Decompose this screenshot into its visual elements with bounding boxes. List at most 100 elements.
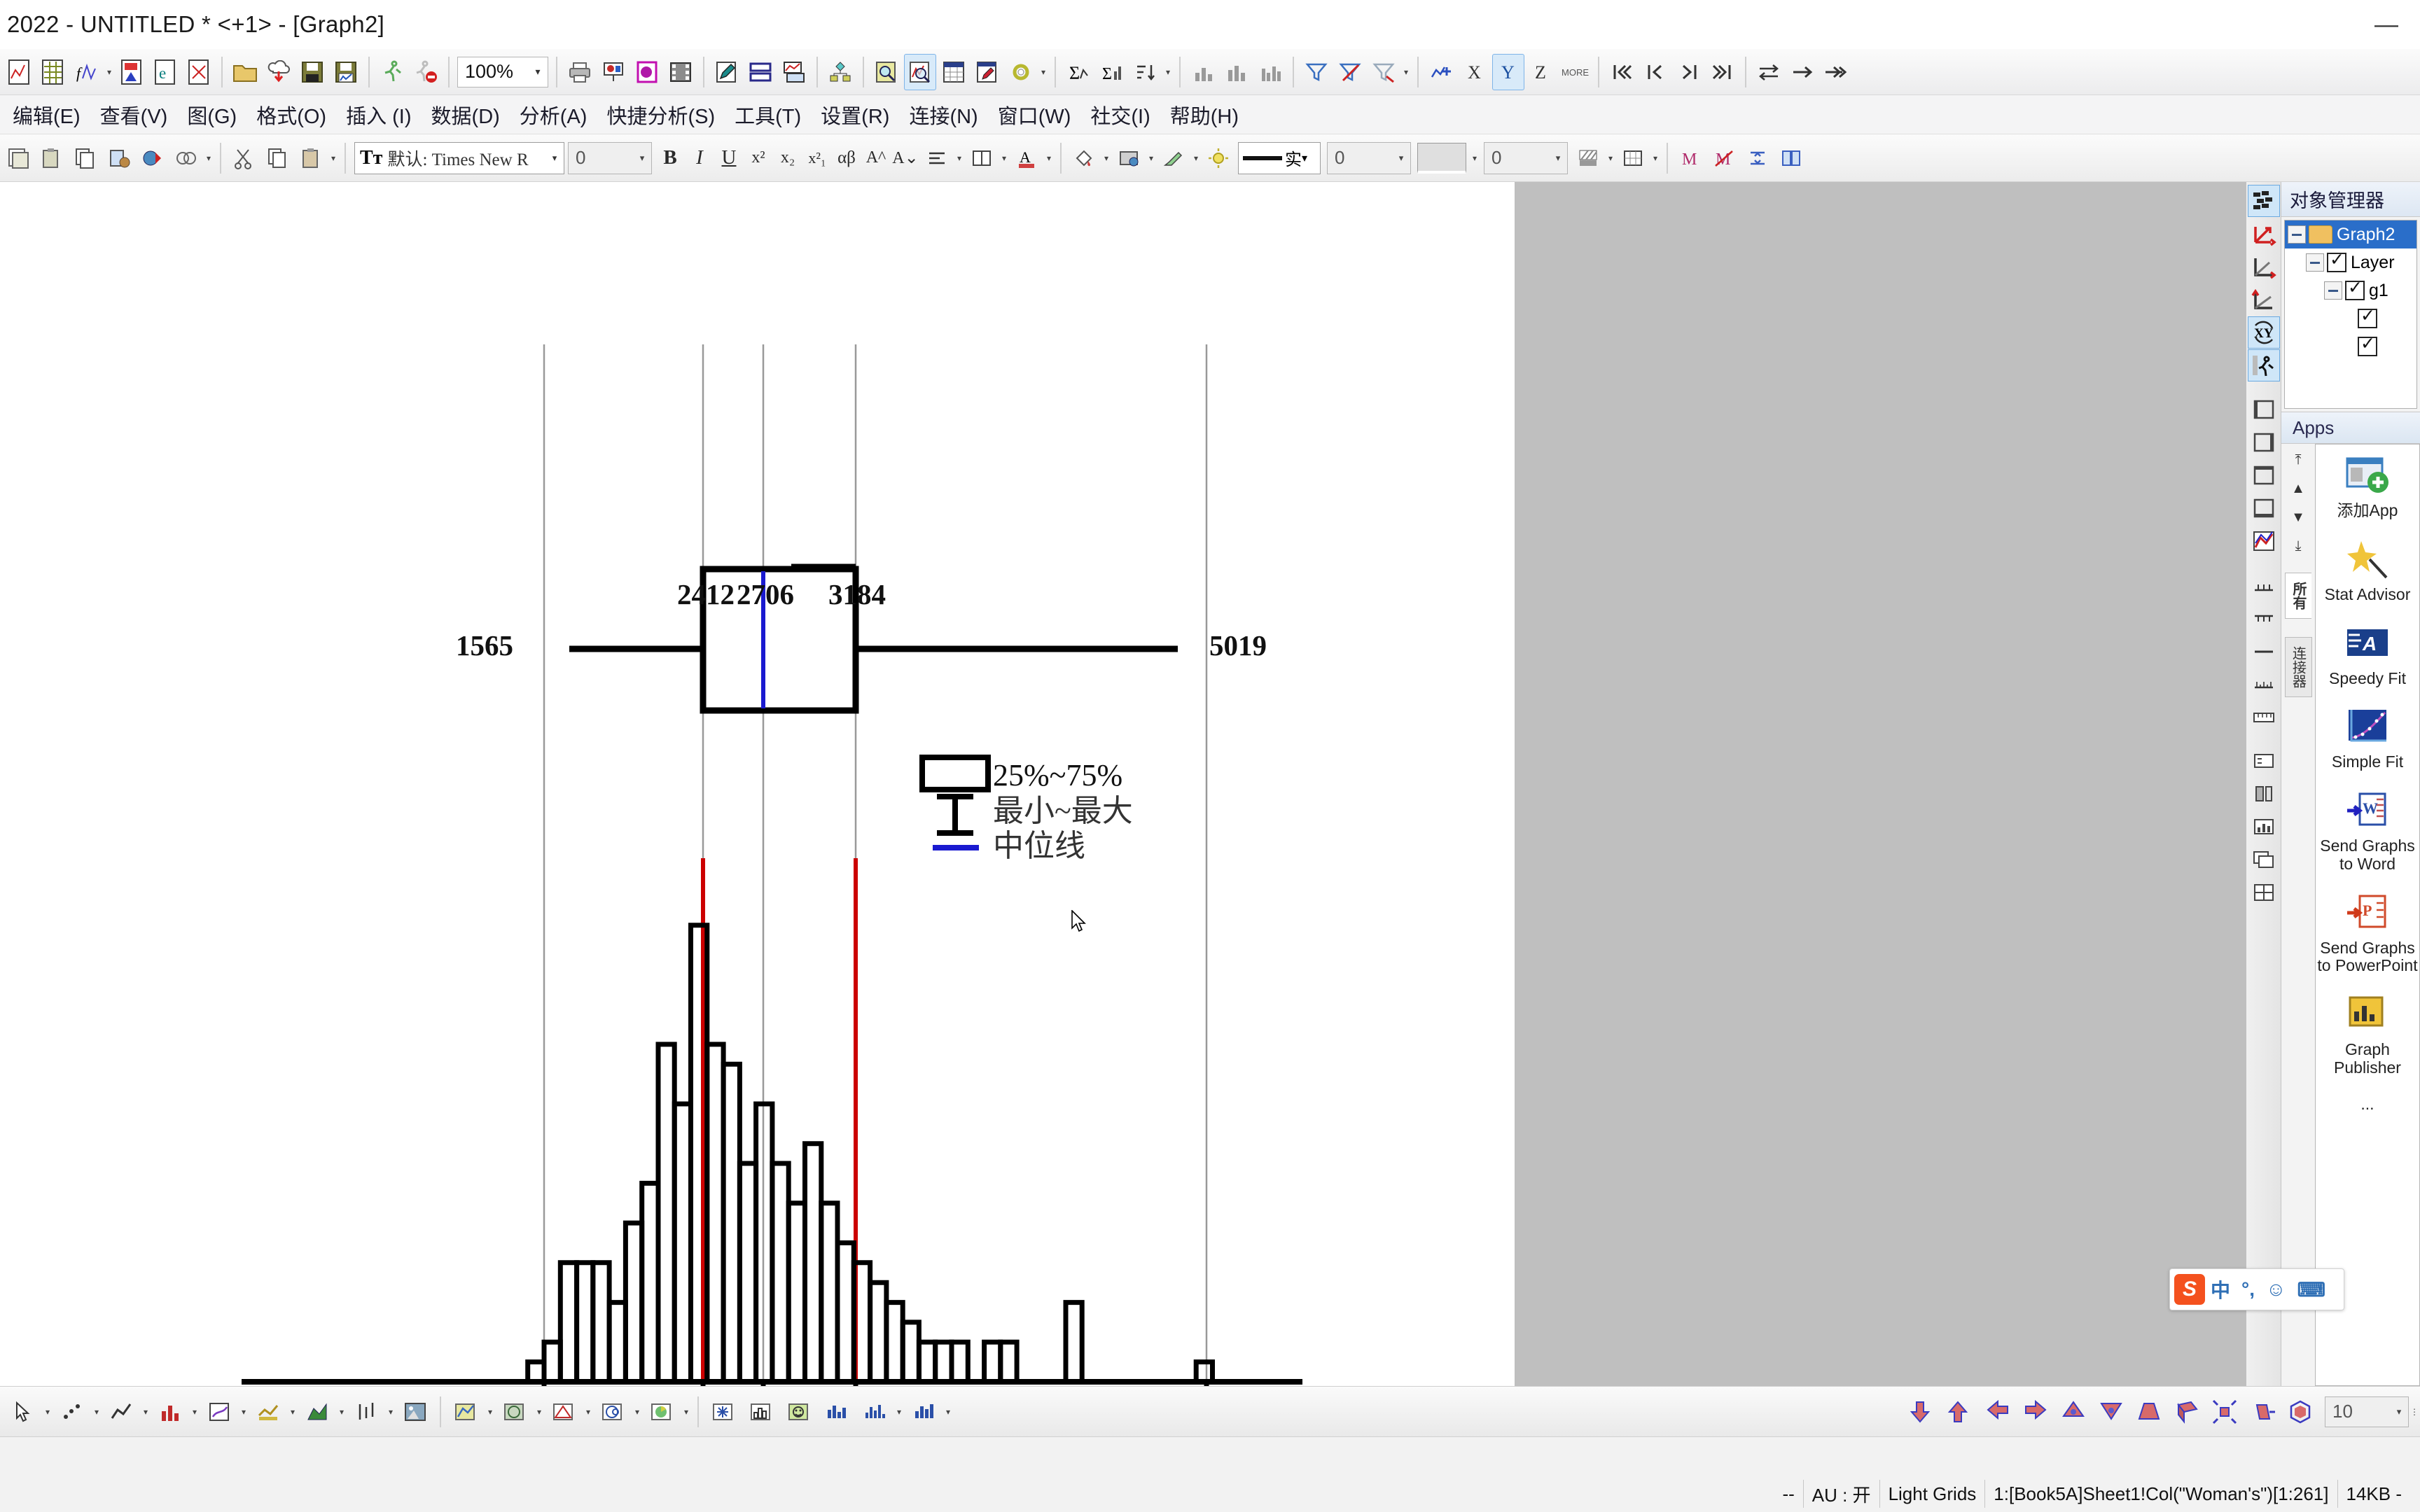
z-function-icon[interactable]: Z bbox=[1526, 54, 1558, 90]
toolbar-grip[interactable]: ⋮ bbox=[2409, 1394, 2420, 1430]
chevron-down-icon[interactable]: ▾ bbox=[91, 1394, 102, 1430]
chevron-down-icon[interactable]: ▾ bbox=[1392, 153, 1410, 164]
column-chart-icon[interactable] bbox=[1221, 54, 1253, 90]
chevron-down-icon[interactable]: ▾ bbox=[1302, 151, 1307, 165]
stretch-icon[interactable] bbox=[2207, 1393, 2242, 1431]
scroll-up-icon[interactable]: ▲ bbox=[2291, 481, 2305, 497]
chevron-down-icon[interactable]: ▾ bbox=[1146, 140, 1157, 176]
pattern-icon[interactable] bbox=[1113, 140, 1145, 176]
graph2-plot[interactable]: 1565 2412 5019 2412 2706 3184 25%~75% 最 bbox=[0, 182, 1515, 1386]
mask-icon[interactable]: M bbox=[1674, 140, 1706, 176]
arrange-icon[interactable] bbox=[1741, 140, 1774, 176]
edit-graph-icon[interactable] bbox=[711, 54, 743, 90]
tree-node-graph2[interactable]: Graph2 bbox=[2285, 220, 2416, 248]
chevron-down-icon[interactable]: ▾ bbox=[1038, 54, 1049, 90]
chevron-down-icon[interactable]: ▾ bbox=[1101, 140, 1112, 176]
scroll-top-icon[interactable]: ⤒ bbox=[2295, 452, 2302, 468]
perspective-icon[interactable] bbox=[2132, 1393, 2167, 1431]
subscript-button[interactable]: x₂ bbox=[773, 141, 802, 176]
align-top-icon[interactable] bbox=[2248, 459, 2280, 491]
menu-item-graph[interactable]: 图(G) bbox=[177, 97, 246, 132]
greek-button[interactable]: αβ bbox=[832, 141, 861, 176]
app-item-speedy-fit[interactable]: A Speedy Fit bbox=[2316, 622, 2419, 688]
chevron-down-icon[interactable]: ▾ bbox=[893, 1394, 905, 1430]
stock-tool-icon[interactable] bbox=[349, 1393, 384, 1431]
ime-language-toggle[interactable]: 中 bbox=[2205, 1275, 2236, 1303]
edit-table-icon[interactable] bbox=[971, 54, 1003, 90]
bar-chart-icon[interactable] bbox=[1187, 54, 1219, 90]
increase-font-button[interactable]: A^ bbox=[861, 141, 891, 176]
sogou-logo-icon[interactable]: S bbox=[2174, 1274, 2205, 1305]
page-layout-icon[interactable] bbox=[2248, 876, 2280, 909]
ime-punctuation-toggle[interactable]: °, bbox=[2236, 1278, 2260, 1301]
chevron-down-icon[interactable]: ▾ bbox=[534, 1394, 545, 1430]
histogram-tool-icon[interactable] bbox=[744, 1393, 779, 1431]
speed-mode-icon[interactable] bbox=[2247, 349, 2280, 382]
grouped-chart-icon[interactable] bbox=[1254, 54, 1286, 90]
legend-toggle-icon[interactable] bbox=[2248, 745, 2280, 777]
bold-button[interactable]: B bbox=[655, 141, 685, 176]
clipboard-icon[interactable] bbox=[295, 140, 327, 176]
line-tool-icon[interactable] bbox=[104, 1393, 139, 1431]
align-right-icon[interactable] bbox=[2248, 426, 2280, 458]
chevron-down-icon[interactable]: ▾ bbox=[583, 1394, 594, 1430]
axis-rescale-both-icon[interactable] bbox=[2248, 218, 2280, 250]
filter-remove-icon[interactable] bbox=[1334, 54, 1366, 90]
chevron-down-icon[interactable]: ▾ bbox=[943, 1394, 954, 1430]
chevron-down-icon[interactable]: ▾ bbox=[999, 140, 1010, 176]
menu-item-help[interactable]: 帮助(H) bbox=[1160, 97, 1249, 132]
menu-item-connect[interactable]: 连接(N) bbox=[899, 97, 987, 132]
save-project-icon[interactable] bbox=[296, 54, 328, 90]
chevron-down-icon[interactable]: ▾ bbox=[238, 1394, 249, 1430]
app-item-more[interactable]: ... bbox=[2316, 1095, 2419, 1114]
grid-toggle-icon[interactable] bbox=[1617, 140, 1649, 176]
app-item-stat-advisor[interactable]: Stat Advisor bbox=[2316, 538, 2419, 604]
save-template-icon[interactable] bbox=[330, 54, 362, 90]
brightness-icon[interactable] bbox=[1202, 140, 1235, 176]
paste-style-icon[interactable] bbox=[103, 140, 135, 176]
colorbar-icon[interactable] bbox=[2248, 778, 2280, 810]
fill-value-combobox[interactable]: 0 ▾ bbox=[1484, 141, 1568, 174]
group-icon[interactable] bbox=[1775, 140, 1807, 176]
new-project-icon[interactable] bbox=[4, 54, 36, 90]
axis-rescale-y-icon[interactable] bbox=[2248, 284, 2280, 316]
apps-tab-all[interactable]: 所有 bbox=[2285, 573, 2311, 619]
italic-button[interactable]: I bbox=[685, 141, 714, 176]
scroll-down-icon[interactable]: ▼ bbox=[2291, 510, 2305, 526]
tilt-down-icon[interactable] bbox=[2094, 1393, 2129, 1431]
menu-item-social[interactable]: 社交(I) bbox=[1080, 97, 1160, 132]
chevron-down-icon[interactable]: ▾ bbox=[336, 1394, 347, 1430]
zoom-page-icon[interactable] bbox=[870, 54, 903, 90]
chevron-down-icon[interactable]: ▾ bbox=[287, 1394, 298, 1430]
last-page-icon[interactable] bbox=[1706, 54, 1739, 90]
line-width-combobox[interactable]: 0 ▾ bbox=[1327, 141, 1411, 174]
chevron-down-icon[interactable]: ▾ bbox=[1190, 140, 1202, 176]
theme-icon[interactable] bbox=[137, 140, 169, 176]
x-function-icon[interactable]: X bbox=[1459, 54, 1491, 90]
duplicate-icon[interactable] bbox=[170, 140, 202, 176]
tree-node-layer[interactable]: Layer bbox=[2285, 248, 2416, 276]
axis-rescale-x-icon[interactable] bbox=[2248, 251, 2280, 283]
ruler-icon[interactable] bbox=[2248, 701, 2280, 733]
object-manager-tree[interactable]: Graph2 Layer g1 bbox=[2284, 220, 2417, 409]
arrow-double-right-icon[interactable] bbox=[1820, 54, 1852, 90]
settings-gear-icon[interactable] bbox=[1005, 54, 1037, 90]
surface-tool-icon[interactable] bbox=[251, 1393, 286, 1431]
chevron-down-icon[interactable]: ▾ bbox=[528, 66, 548, 78]
app-item-add-app[interactable]: 添加App bbox=[2316, 454, 2419, 520]
smith-tool-icon[interactable] bbox=[595, 1393, 630, 1431]
tilt-up-icon[interactable] bbox=[2056, 1393, 2091, 1431]
presentation-icon[interactable] bbox=[597, 54, 630, 90]
line-color-icon[interactable] bbox=[1157, 140, 1190, 176]
prev-page-icon[interactable] bbox=[1639, 54, 1671, 90]
menu-item-format[interactable]: 格式(O) bbox=[246, 97, 336, 132]
move-down-3d-icon[interactable] bbox=[1905, 1393, 1940, 1431]
stop-script-icon[interactable] bbox=[410, 54, 442, 90]
video-icon[interactable] bbox=[665, 54, 697, 90]
new-workbook-icon[interactable] bbox=[37, 54, 69, 90]
sort-icon[interactable] bbox=[1129, 54, 1162, 90]
font-color-icon[interactable]: A bbox=[1010, 140, 1043, 176]
tree-node-plot-1[interactable] bbox=[2285, 304, 2416, 332]
paste-format-icon[interactable] bbox=[36, 140, 68, 176]
tick-in-icon[interactable] bbox=[2248, 569, 2280, 601]
